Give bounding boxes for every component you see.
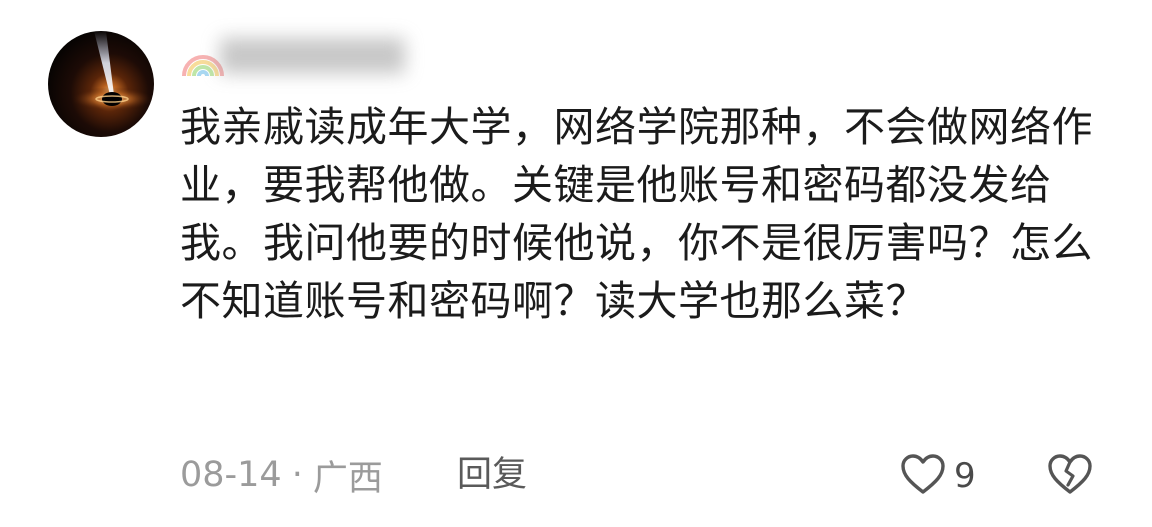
- reply-button[interactable]: 回复: [457, 448, 527, 502]
- comment-meta: 08-14 · 广西: [180, 448, 383, 502]
- username-blurred: ████████: [220, 39, 405, 74]
- meta-separator: ·: [291, 455, 303, 495]
- comment-date: 08-14: [180, 455, 282, 495]
- dislike-button[interactable]: [1046, 448, 1094, 504]
- heart-outline-icon: [900, 453, 946, 499]
- comment-item: ████████ 我亲戚读成年大学，网络学院那种，不会做网络作业，要我帮他做。关…: [0, 0, 1152, 527]
- broken-heart-icon: [1046, 452, 1094, 500]
- like-count: 9: [954, 456, 976, 496]
- comment-text: 我亲戚读成年大学，网络学院那种，不会做网络作业，要我帮他做。关键是他账号和密码都…: [180, 103, 1093, 325]
- black-hole-avatar-image: [72, 31, 152, 111]
- comment-location: 广西: [312, 458, 383, 499]
- avatar[interactable]: [48, 31, 154, 137]
- like-button[interactable]: 9: [900, 448, 976, 504]
- username-area[interactable]: ████████: [180, 34, 510, 80]
